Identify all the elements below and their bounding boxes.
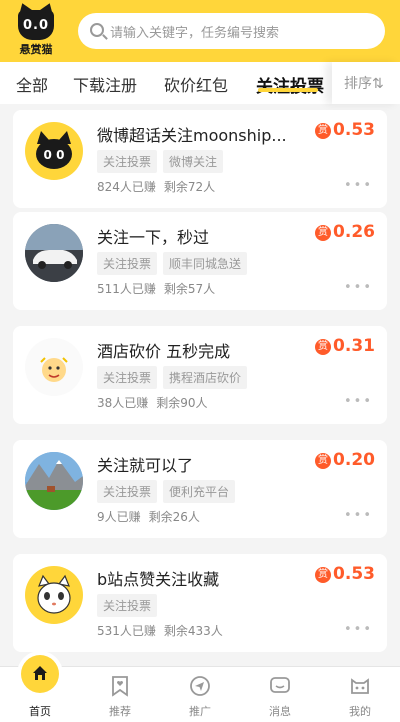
reward-badge-icon: 赏 [315, 453, 332, 469]
task-tag: 便利充平台 [163, 480, 236, 503]
mountain-landscape-avatar-icon [25, 452, 83, 510]
nav-label: 推荐 [109, 705, 131, 718]
task-tags: 关注投票 微博关注 [97, 150, 229, 173]
remaining-count: 剩余72人 [163, 180, 216, 194]
reward-amount: 0.53 [333, 564, 375, 584]
task-title: 酒店砍价 五秒完成 [97, 342, 231, 361]
earned-count: 9人已赚 [97, 510, 141, 524]
more-options-icon[interactable]: ••• [344, 394, 373, 409]
nav-item-profile[interactable]: 我的 [320, 667, 400, 722]
search-input[interactable]: 请输入关键字，任务编号搜索 [78, 13, 385, 49]
more-options-icon[interactable]: ••• [344, 178, 373, 193]
earned-count: 824人已赚 [97, 180, 156, 194]
task-title: 关注一下，秒过 [97, 228, 210, 247]
white-car-avatar-icon [25, 224, 83, 282]
reward-badge-icon: 赏 [315, 339, 332, 355]
task-title: b站点赞关注收藏 [97, 570, 220, 589]
nav-item-home[interactable]: 首页 [0, 651, 80, 722]
home-bubble [17, 651, 63, 697]
nav-label: 推广 [189, 705, 211, 718]
svg-text:0 0: 0 0 [44, 148, 65, 162]
more-options-icon[interactable]: ••• [344, 622, 373, 637]
task-tags: 关注投票 便利充平台 [97, 480, 241, 503]
bottom-nav: 首页 推荐 推广 消息 我的 [0, 651, 400, 722]
logo-text: 悬赏猫 [19, 43, 53, 56]
task-tags: 关注投票 [97, 594, 163, 617]
earned-count: 531人已赚 [97, 624, 156, 638]
task-stats: 511人已赚 剩余57人 [97, 280, 223, 297]
logo-eyes: 0.0 [22, 18, 50, 33]
more-options-icon[interactable]: ••• [344, 280, 373, 295]
reward-amount: 0.26 [333, 222, 375, 242]
sort-label: 排序⇅ [344, 76, 384, 92]
task-title: 微博超话关注moonship... [97, 126, 287, 145]
task-tag: 关注投票 [97, 150, 158, 173]
cat-logo-avatar-icon: 0 0 [25, 122, 83, 180]
reward-amount: 0.20 [333, 450, 375, 470]
reward-amount: 0.53 [333, 120, 375, 140]
search-placeholder: 请输入关键字，任务编号搜索 [110, 26, 280, 41]
task-tags: 关注投票 顺丰同城急送 [97, 252, 253, 275]
task-card[interactable]: 关注就可以了 关注投票 便利充平台 9人已赚 剩余26人 赏 0.20 ••• [13, 440, 387, 538]
home-icon [21, 655, 59, 693]
reward-amount: 0.31 [333, 336, 375, 356]
cat-logo-icon: 0.0 [18, 10, 54, 40]
task-stats: 9人已赚 剩余26人 [97, 508, 208, 525]
reward: 赏 0.53 [315, 564, 375, 584]
more-options-icon[interactable]: ••• [344, 508, 373, 523]
task-list: 0 0 微博超话关注moonship... 关注投票 微博关注 824人已赚 剩余7… [0, 104, 400, 666]
remaining-count: 剩余433人 [163, 624, 223, 638]
sort-button[interactable]: 排序⇅ [332, 62, 400, 104]
earned-count: 511人已赚 [97, 282, 156, 296]
task-card[interactable]: b站点赞关注收藏 关注投票 531人已赚 剩余433人 赏 0.53 ••• [13, 554, 387, 652]
nav-label: 消息 [269, 705, 291, 718]
task-stats: 38人已赚 剩余90人 [97, 394, 216, 411]
reward-badge-icon: 赏 [315, 225, 332, 241]
task-title: 关注就可以了 [97, 456, 194, 475]
reward-badge-icon: 赏 [315, 567, 332, 583]
task-card[interactable]: 0 0 微博超话关注moonship... 关注投票 微博关注 824人已赚 剩余7… [13, 110, 387, 208]
nav-item-recommend[interactable]: 推荐 [80, 667, 160, 722]
task-stats: 531人已赚 剩余433人 [97, 622, 231, 639]
nav-item-messages[interactable]: 消息 [240, 667, 320, 722]
reward-badge-icon: 赏 [315, 123, 332, 139]
tab-bargain-redpacket[interactable]: 砍价红包 [164, 72, 228, 96]
task-tag: 关注投票 [97, 480, 158, 503]
remaining-count: 剩余57人 [163, 282, 216, 296]
message-icon [270, 677, 290, 693]
nav-label: 首页 [29, 705, 51, 718]
task-tag: 携程酒店砍价 [163, 366, 248, 389]
task-card[interactable]: 关注一下，秒过 关注投票 顺丰同城急送 511人已赚 剩余57人 赏 0.26 ••• [13, 212, 387, 310]
task-tags: 关注投票 携程酒店砍价 [97, 366, 253, 389]
task-tag: 微博关注 [163, 150, 224, 173]
search-icon [90, 23, 104, 37]
task-tag: 关注投票 [97, 366, 158, 389]
active-tab-indicator [258, 88, 318, 92]
reward: 赏 0.26 [315, 222, 375, 242]
remaining-count: 剩余26人 [148, 510, 200, 524]
tab-follow-vote[interactable]: 关注投票 [256, 72, 324, 97]
reward: 赏 0.20 [315, 450, 375, 470]
cartoon-cat-avatar-icon [25, 566, 83, 624]
cute-character-avatar-icon [25, 338, 83, 396]
tab-download-register[interactable]: 下载注册 [73, 72, 137, 96]
nav-label: 我的 [349, 705, 371, 718]
earned-count: 38人已赚 [97, 396, 149, 410]
tab-all[interactable]: 全部 [16, 72, 48, 96]
nav-item-promote[interactable]: 推广 [160, 667, 240, 722]
send-icon [190, 676, 210, 696]
bookmark-heart-icon [112, 676, 128, 697]
reward: 赏 0.53 [315, 120, 375, 140]
reward: 赏 0.31 [315, 336, 375, 356]
app-logo[interactable]: 0.0 悬赏猫 [12, 8, 60, 56]
task-tag: 关注投票 [97, 252, 158, 275]
remaining-count: 剩余90人 [156, 396, 208, 410]
cat-face-icon [351, 678, 369, 694]
task-card[interactable]: 酒店砍价 五秒完成 关注投票 携程酒店砍价 38人已赚 剩余90人 赏 0.31 ••… [13, 326, 387, 424]
task-stats: 824人已赚 剩余72人 [97, 178, 223, 195]
task-tag: 关注投票 [97, 594, 158, 617]
app-header: 0.0 悬赏猫 请输入关键字，任务编号搜索 [0, 0, 400, 62]
task-tag: 顺丰同城急送 [163, 252, 248, 275]
